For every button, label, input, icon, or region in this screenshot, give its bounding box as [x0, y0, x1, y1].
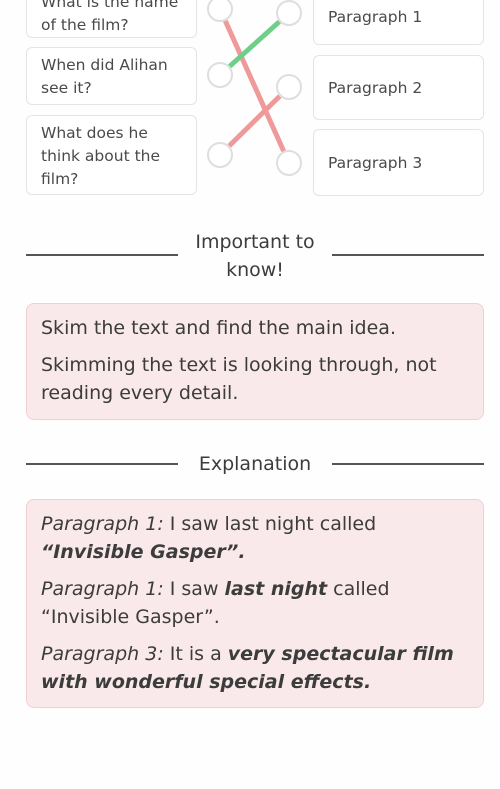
connection-line-incorrect [223, 19, 286, 153]
explanation-item-2: Paragraph 1: I saw last night called “In… [41, 575, 469, 631]
explanation-item-3: Paragraph 3: It is a very spectacular fi… [41, 640, 469, 696]
explanation-box: Paragraph 1: I saw last night called “In… [26, 499, 484, 708]
explanation-item-1: Paragraph 1: I saw last night called “In… [41, 510, 469, 566]
paragraph-number: 3: [139, 643, 164, 665]
important-box: Skim the text and find the main idea. Sk… [26, 303, 484, 420]
divider-rule [26, 254, 178, 256]
question-connector-3[interactable] [207, 142, 233, 168]
explanation-heading: Explanation [198, 453, 312, 475]
divider-rule [26, 463, 178, 465]
important-heading: Important to know! [195, 231, 315, 281]
divider-rule [332, 463, 484, 465]
answer-connector-1[interactable] [276, 0, 302, 26]
explanation-divider: Explanation [26, 450, 484, 478]
important-line-2: Skimming the text is looking through, no… [41, 354, 437, 404]
important-divider: Important to know! [26, 228, 484, 284]
highlight-text: last night [224, 578, 328, 600]
answer-connector-2[interactable] [276, 74, 302, 100]
connection-lines [223, 19, 286, 153]
highlight-text: “Invisible Gasper”. [41, 541, 246, 563]
answer-connector-3[interactable] [276, 150, 302, 176]
question-connector-2[interactable] [207, 62, 233, 88]
important-line-1: Skim the text and find the main idea. [41, 317, 396, 339]
paragraph-number: 1: [139, 513, 164, 535]
plain-text: I saw [163, 578, 225, 600]
divider-rule [332, 254, 484, 256]
paragraph-number: 1: [139, 578, 164, 600]
plain-text: It is a [163, 643, 228, 665]
paragraph-prefix: Paragraph [41, 643, 140, 665]
plain-text: I saw last night called [163, 513, 377, 535]
paragraph-prefix: Paragraph [41, 513, 140, 535]
paragraph-prefix: Paragraph [41, 578, 140, 600]
